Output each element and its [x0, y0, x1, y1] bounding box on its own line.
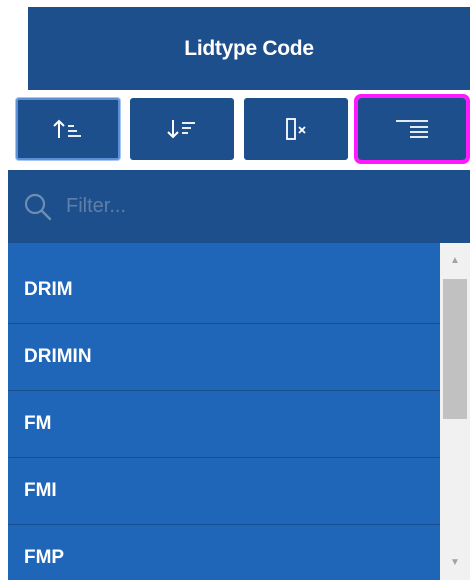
list-item-label: DRIM: [24, 279, 73, 300]
column-header: Lidtype Code: [28, 7, 470, 90]
sort-descending-button[interactable]: [130, 98, 234, 160]
list-item[interactable]: DRIMIN: [8, 324, 440, 391]
filter-bar: [8, 170, 470, 243]
toolbar: [0, 90, 470, 168]
scroll-down-arrow-icon[interactable]: ▼: [440, 551, 470, 573]
list-item[interactable]: FMI: [8, 458, 440, 525]
list-item[interactable]: FM: [8, 391, 440, 458]
scrollbar-thumb[interactable]: [443, 279, 467, 419]
list-item[interactable]: FMP: [8, 525, 440, 580]
vertical-scrollbar[interactable]: ▲ ▼: [440, 243, 470, 580]
list-item-label: FMP: [24, 547, 65, 568]
sort-descending-icon: [167, 120, 195, 139]
filter-lines-icon: [396, 120, 428, 138]
search-icon: [24, 193, 52, 220]
scroll-up-arrow-icon[interactable]: ▲: [440, 249, 470, 271]
filter-input[interactable]: [64, 194, 428, 219]
filter-menu-button[interactable]: [354, 94, 470, 164]
list-item-label: FM: [24, 413, 52, 434]
value-list-container: DRIM DRIMIN FM FMI FMP ▲ ▼: [8, 243, 470, 580]
clear-column-icon: [286, 118, 306, 140]
sort-ascending-button[interactable]: [16, 98, 120, 160]
list-item[interactable]: DRIM: [8, 243, 440, 324]
sort-ascending-icon: [53, 119, 81, 138]
column-title: Lidtype Code: [184, 36, 314, 60]
value-list: DRIM DRIMIN FM FMI FMP: [8, 243, 440, 580]
column-filter-popup: Lidtype Code Filter... DRIM DRIMIN FM FM…: [0, 0, 470, 580]
list-item-label: DRIMIN: [24, 346, 92, 367]
list-item-label: FMI: [24, 480, 57, 501]
clear-column-button[interactable]: [244, 98, 348, 160]
